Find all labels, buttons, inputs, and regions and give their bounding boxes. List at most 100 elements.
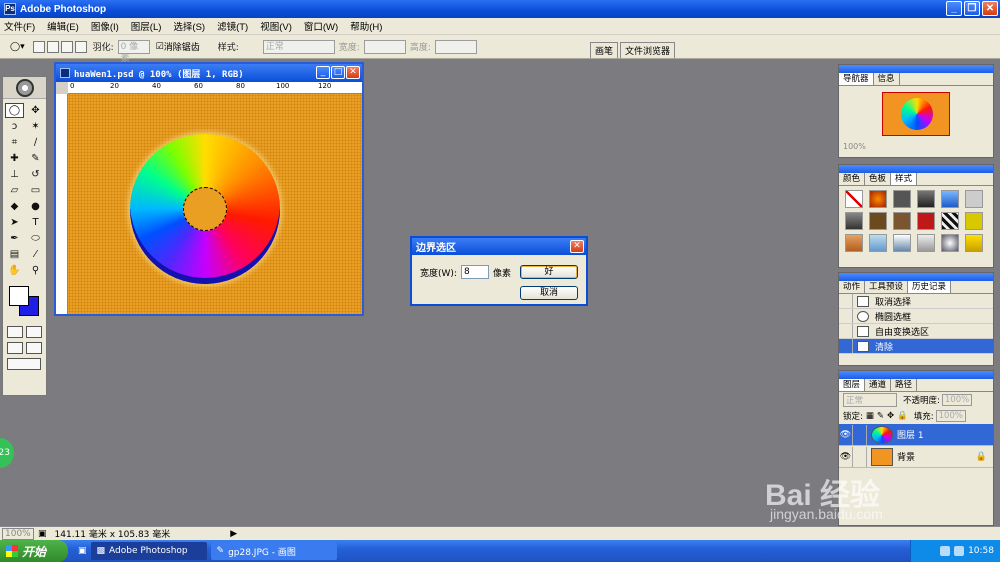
style-select[interactable]: 正常 xyxy=(262,39,335,54)
panel-title-bar[interactable] xyxy=(839,371,993,379)
fullscreen-menu-mode-icon[interactable] xyxy=(26,342,42,354)
start-button[interactable]: 开始 xyxy=(0,540,68,562)
tab-actions[interactable]: 动作 xyxy=(839,281,866,293)
history-item[interactable]: 自由变换选区 xyxy=(839,324,993,339)
dialog-close-button[interactable]: ✕ xyxy=(570,240,584,253)
height-input[interactable] xyxy=(434,39,477,54)
history-brush-source[interactable] xyxy=(839,339,853,353)
history-brush-source[interactable] xyxy=(839,324,853,338)
screen-mode-icon[interactable] xyxy=(7,342,23,354)
taskbar-item-photoshop[interactable]: ▩ Adobe Photoshop xyxy=(90,542,207,560)
volume-icon[interactable] xyxy=(954,546,965,556)
style-swatch[interactable] xyxy=(845,212,863,230)
intersect-selection-icon[interactable] xyxy=(74,40,87,53)
navigator-zoom[interactable]: 100% xyxy=(839,142,993,151)
tab-swatches[interactable]: 色板 xyxy=(865,173,892,185)
navigator-thumbnail[interactable] xyxy=(882,92,950,136)
file-browser-well[interactable]: 文件浏览器 xyxy=(620,42,676,58)
panel-title-bar[interactable] xyxy=(839,273,993,281)
eraser-tool-icon[interactable]: ▱ xyxy=(5,183,24,198)
lock-image-icon[interactable]: ✎ xyxy=(877,411,884,421)
taskbar-item-paint[interactable]: ✎ gp28.JPG - 画图 xyxy=(210,542,337,560)
panel-title-bar[interactable] xyxy=(839,165,993,173)
brush-tool-icon[interactable]: ✎ xyxy=(26,151,45,166)
shape-tool-icon[interactable]: ⬭ xyxy=(26,231,45,246)
path-selection-tool-icon[interactable]: ➤ xyxy=(5,215,24,230)
style-swatch[interactable] xyxy=(941,212,959,230)
blur-tool-icon[interactable]: ◆ xyxy=(5,199,24,214)
ellipse-marquee-tool-icon[interactable]: ◯ xyxy=(5,103,24,118)
menu-select[interactable]: 选择(S) xyxy=(173,19,205,33)
zoom-tool-icon[interactable]: ⚲ xyxy=(26,263,45,278)
style-swatch[interactable] xyxy=(941,234,959,252)
lock-position-icon[interactable]: ✥ xyxy=(887,411,894,421)
menu-view[interactable]: 视图(V) xyxy=(260,19,292,33)
style-swatch[interactable] xyxy=(893,212,911,230)
fill-input[interactable]: 100% xyxy=(935,410,966,422)
history-item[interactable]: 取消选择 xyxy=(839,294,993,309)
doc-maximize-button[interactable]: □ xyxy=(331,66,345,79)
layer-visibility-eye-icon[interactable]: 👁 xyxy=(839,424,853,445)
layer-visibility-eye-icon[interactable]: 👁 xyxy=(839,446,853,467)
menu-filter[interactable]: 滤镜(T) xyxy=(217,19,248,33)
tab-layers[interactable]: 图层 xyxy=(839,379,866,391)
new-selection-icon[interactable] xyxy=(32,40,45,53)
menu-image[interactable]: 图像(I) xyxy=(91,19,119,33)
lasso-tool-icon[interactable]: ↄ xyxy=(5,119,24,134)
close-button[interactable]: ✕ xyxy=(982,1,998,16)
history-brush-source[interactable] xyxy=(839,294,853,308)
subtract-selection-icon[interactable] xyxy=(60,40,73,53)
history-item[interactable]: 椭圆选框 xyxy=(839,309,993,324)
tab-history[interactable]: 历史记录 xyxy=(908,281,952,293)
crop-tool-icon[interactable]: ⌗ xyxy=(5,135,24,150)
menu-help[interactable]: 帮助(H) xyxy=(350,19,382,33)
layer-link-icon[interactable] xyxy=(853,446,867,467)
style-swatch[interactable] xyxy=(869,190,887,208)
foreground-color-swatch[interactable] xyxy=(9,286,29,306)
style-swatch[interactable] xyxy=(869,212,887,230)
healing-brush-tool-icon[interactable]: ✚ xyxy=(5,151,24,166)
history-item[interactable]: 清除 xyxy=(839,339,993,354)
tab-paths[interactable]: 路径 xyxy=(891,379,918,391)
menu-layer[interactable]: 图层(L) xyxy=(131,19,162,33)
tab-navigator[interactable]: 导航器 xyxy=(839,73,874,85)
blend-mode-select[interactable]: 正常 xyxy=(843,393,897,407)
panel-title-bar[interactable] xyxy=(839,65,993,73)
lock-all-icon[interactable]: 🔒 xyxy=(897,411,908,421)
gradient-tool-icon[interactable]: ▭ xyxy=(26,183,45,198)
history-brush-source[interactable] xyxy=(839,309,853,323)
slice-tool-icon[interactable]: ∕ xyxy=(26,135,45,150)
style-swatch[interactable] xyxy=(917,190,935,208)
cancel-button[interactable]: 取消 xyxy=(520,286,578,300)
lock-transparency-icon[interactable]: ▦ xyxy=(866,411,874,421)
style-swatch[interactable] xyxy=(965,190,983,208)
ok-button[interactable]: 好 xyxy=(520,265,578,279)
dialog-width-input[interactable]: 8 xyxy=(460,265,489,279)
doc-minimize-button[interactable]: _ xyxy=(316,66,330,79)
style-swatch[interactable] xyxy=(869,234,887,252)
status-menu-arrow-icon[interactable]: ▶ xyxy=(230,529,237,539)
style-swatch[interactable] xyxy=(941,190,959,208)
status-zoom-input[interactable]: 100% xyxy=(2,527,34,540)
style-swatch[interactable] xyxy=(845,190,863,208)
show-desktop-icon[interactable]: ▣ xyxy=(78,546,87,556)
width-input[interactable] xyxy=(363,39,406,54)
image-canvas[interactable] xyxy=(68,94,362,314)
style-swatch[interactable] xyxy=(917,234,935,252)
layer-row[interactable]: 👁 图层 1 xyxy=(839,424,993,446)
type-tool-icon[interactable]: T xyxy=(26,215,45,230)
doc-close-button[interactable]: ✕ xyxy=(346,66,360,79)
add-selection-icon[interactable] xyxy=(46,40,59,53)
antialias-checkbox[interactable]: ☑ xyxy=(156,42,164,52)
layer-link-brush-icon[interactable] xyxy=(853,424,867,445)
style-swatch[interactable] xyxy=(917,212,935,230)
restore-button[interactable]: ❐ xyxy=(964,1,980,16)
menu-edit[interactable]: 编辑(E) xyxy=(47,19,79,33)
history-brush-tool-icon[interactable]: ↺ xyxy=(26,167,45,182)
clone-stamp-tool-icon[interactable]: ⊥ xyxy=(5,167,24,182)
tab-styles[interactable]: 样式 xyxy=(891,173,918,185)
pen-tool-icon[interactable]: ✒ xyxy=(5,231,24,246)
tab-channels[interactable]: 通道 xyxy=(865,379,892,391)
toolbox-header[interactable] xyxy=(3,77,46,99)
move-tool-icon[interactable]: ✥ xyxy=(26,103,45,118)
